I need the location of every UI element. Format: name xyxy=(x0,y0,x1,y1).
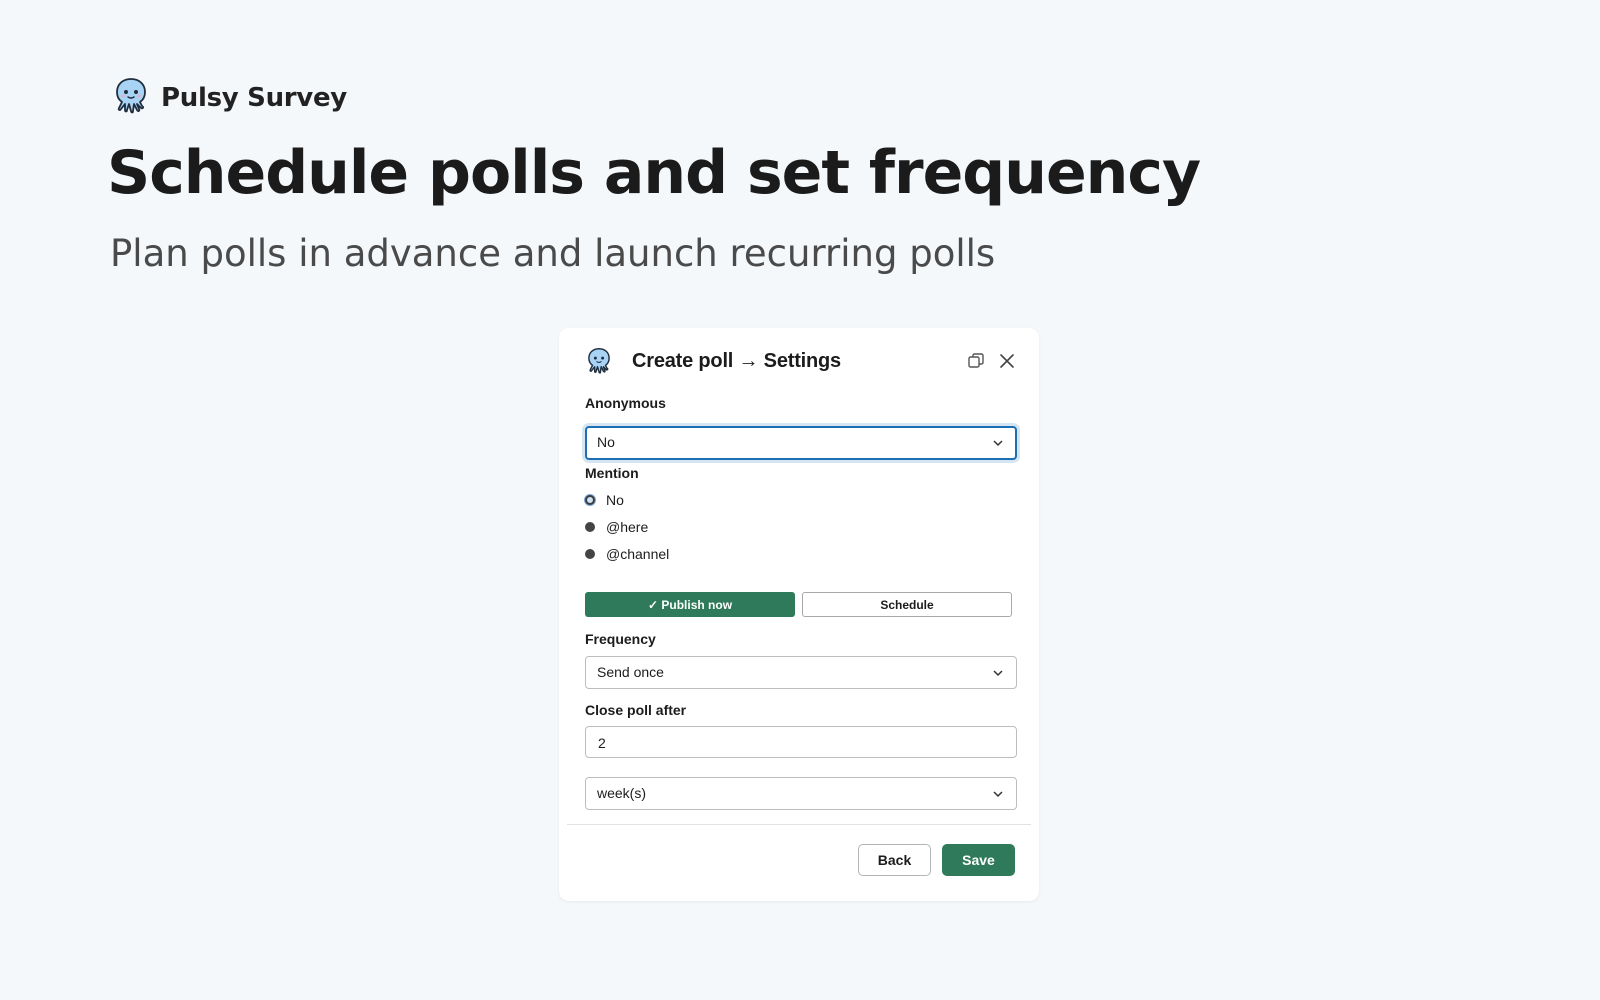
close-icon[interactable] xyxy=(998,352,1016,370)
frequency-select[interactable]: Send once xyxy=(585,656,1017,689)
close-poll-after-label: Close poll after xyxy=(585,702,687,718)
radio-button[interactable] xyxy=(585,549,595,559)
mention-option-no[interactable]: No xyxy=(585,492,624,508)
frequency-label: Frequency xyxy=(585,631,656,647)
footer-divider xyxy=(567,824,1031,825)
chevron-down-icon xyxy=(993,791,1003,798)
page-subheadline: Plan polls in advance and launch recurri… xyxy=(110,232,996,275)
brand: Pulsy Survey xyxy=(113,77,347,119)
frequency-select-value: Send once xyxy=(597,664,664,680)
radio-button-checked[interactable] xyxy=(585,495,595,505)
octopus-icon xyxy=(586,347,612,380)
schedule-button[interactable]: Schedule xyxy=(802,592,1012,617)
chevron-down-icon xyxy=(993,440,1003,447)
radio-button[interactable] xyxy=(585,522,595,532)
close-poll-after-value: 2 xyxy=(598,735,606,751)
publish-now-button[interactable]: ✓ Publish now xyxy=(585,592,795,617)
octopus-icon xyxy=(113,77,149,119)
anonymous-select[interactable]: No xyxy=(585,426,1017,460)
radio-label: @channel xyxy=(606,546,670,562)
close-poll-after-input[interactable]: 2 xyxy=(585,726,1017,758)
close-poll-unit-value: week(s) xyxy=(597,785,647,801)
chevron-down-icon xyxy=(993,670,1003,677)
restore-window-icon[interactable] xyxy=(967,352,985,370)
radio-label: @here xyxy=(606,519,649,535)
modal-header: Create poll → Settings xyxy=(559,328,1039,398)
mention-option-here[interactable]: @here xyxy=(585,519,648,535)
create-poll-settings-modal: Create poll → Settings Anonymous No Ment… xyxy=(559,328,1039,901)
brand-name: Pulsy Survey xyxy=(161,83,347,113)
radio-label: No xyxy=(606,492,624,508)
anonymous-label: Anonymous xyxy=(585,395,666,411)
mention-option-channel[interactable]: @channel xyxy=(585,546,669,562)
modal-title: Create poll → Settings xyxy=(632,350,841,372)
back-button[interactable]: Back xyxy=(858,844,931,876)
mention-label: Mention xyxy=(585,465,639,481)
page-headline: Schedule polls and set frequency xyxy=(107,138,1201,208)
close-poll-unit-select[interactable]: week(s) xyxy=(585,777,1017,810)
anonymous-select-value: No xyxy=(597,434,615,450)
save-button[interactable]: Save xyxy=(942,844,1015,876)
